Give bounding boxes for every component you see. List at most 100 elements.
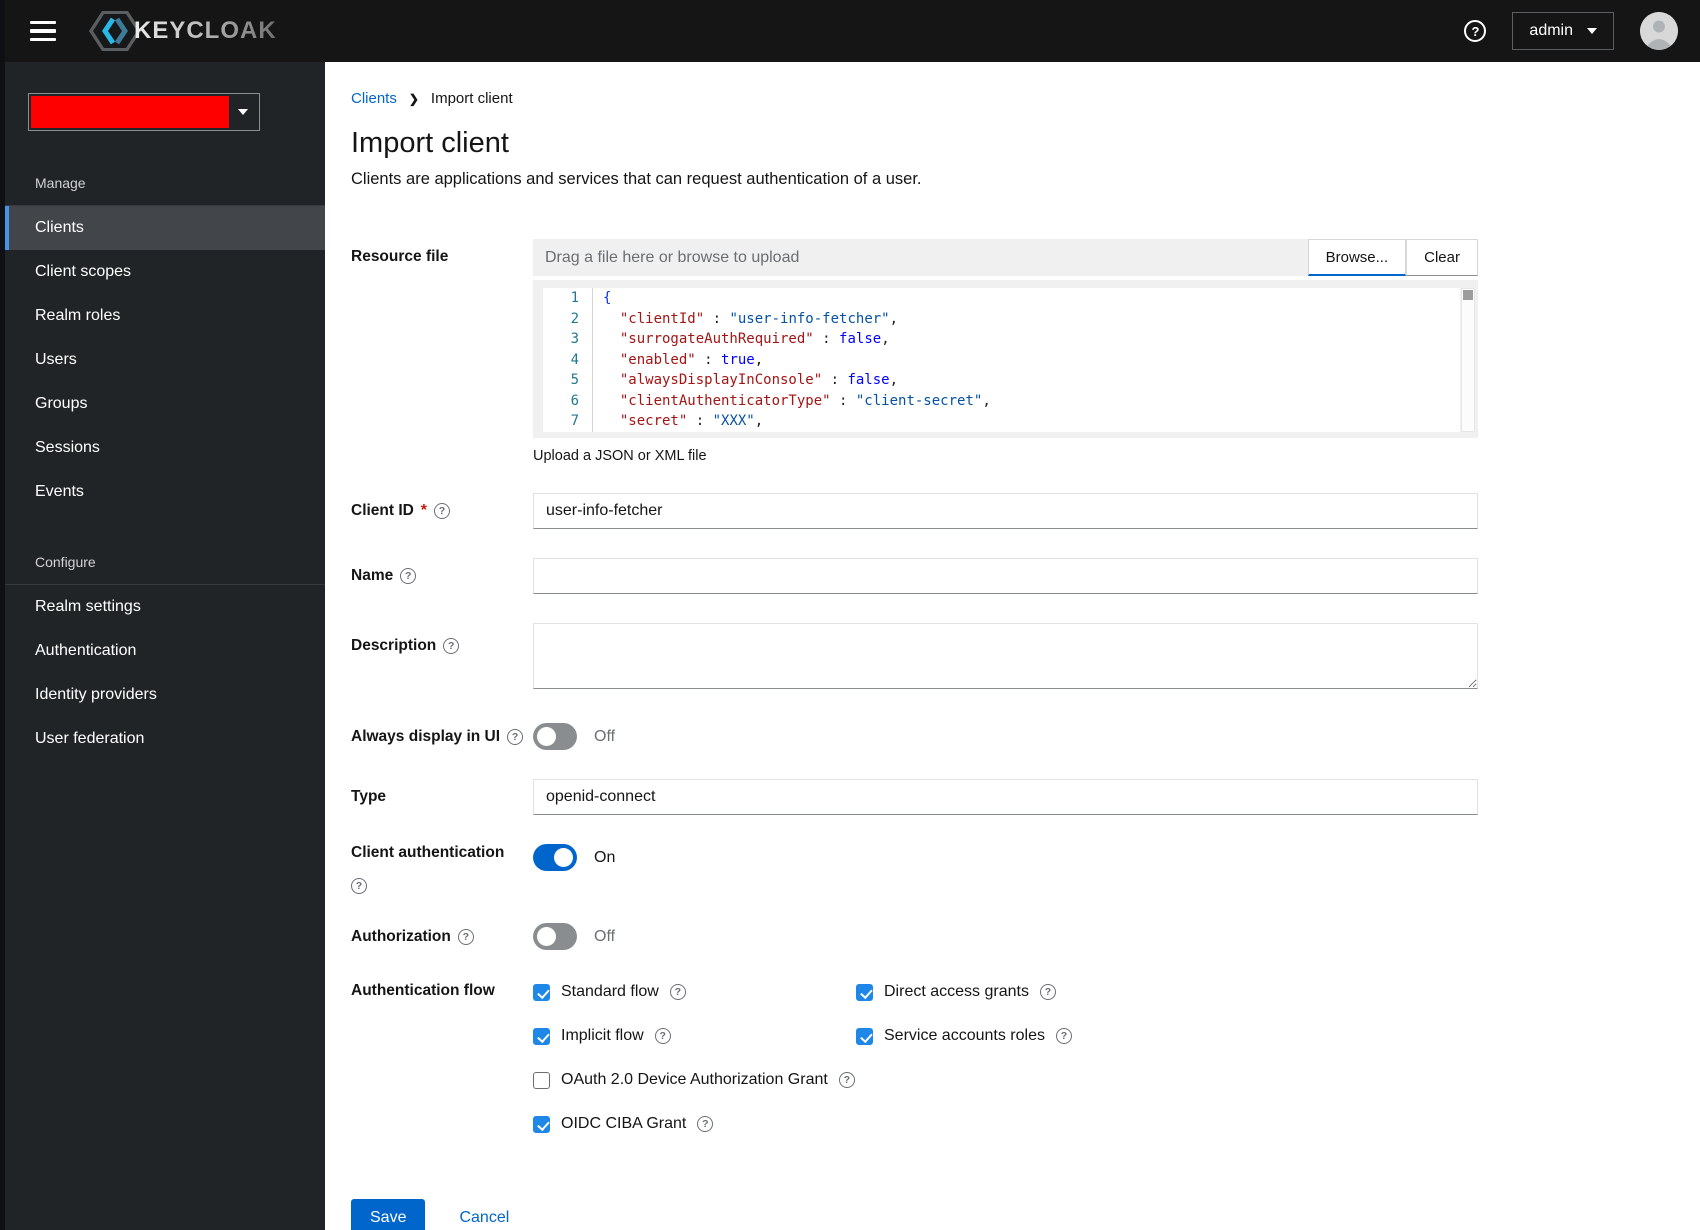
browse-button[interactable]: Browse...: [1307, 239, 1407, 276]
cancel-button[interactable]: Cancel: [459, 1209, 509, 1227]
client-authentication-row: Client authentication ? On: [351, 844, 1478, 894]
breadcrumb-clients-link[interactable]: Clients: [351, 90, 397, 107]
file-drop-zone[interactable]: Drag a file here or browse to upload: [533, 239, 1308, 276]
client-id-label: Client ID * ?: [351, 502, 533, 520]
help-icon[interactable]: ?: [351, 878, 367, 894]
avatar-person-icon: [1640, 12, 1678, 50]
realm-selector[interactable]: [28, 93, 260, 131]
checked-checkbox[interactable]: [856, 1027, 873, 1045]
sidebar-item-realm-settings[interactable]: Realm settings: [5, 585, 325, 629]
help-icon[interactable]: ?: [433, 503, 450, 519]
checkbox-label: OAuth 2.0 Device Authorization Grant: [561, 1071, 828, 1088]
hamburger-icon[interactable]: [30, 21, 56, 41]
client-authentication-toggle[interactable]: [533, 844, 577, 871]
checkbox-row-implicit-flow[interactable]: Implicit flow?: [533, 1023, 856, 1049]
help-icon[interactable]: ?: [654, 1028, 671, 1044]
name-row: Name ?: [351, 558, 1478, 594]
auth-flow-columns: Standard flow? Implicit flow? OAuth 2.0 De…: [533, 979, 1478, 1155]
keycloak-logo: KEYCLOAK: [88, 7, 277, 55]
sidebar-item-events[interactable]: Events: [5, 470, 325, 514]
help-icon[interactable]: ?: [669, 984, 686, 1000]
form-actions: Save Cancel: [351, 1199, 1478, 1230]
sidebar-item-sessions[interactable]: Sessions: [5, 426, 325, 470]
code-editor[interactable]: 1234567 { "clientId" : "user-info-fetche…: [533, 280, 1478, 438]
checkbox-row-oauth-2-0-device-authorization-grant[interactable]: OAuth 2.0 Device Authorization Grant?: [533, 1067, 856, 1093]
description-row: Description ?: [351, 623, 1478, 694]
user-avatar[interactable]: [1640, 12, 1678, 50]
page-title: Import client: [351, 127, 509, 159]
sidebar-item-users[interactable]: Users: [5, 338, 325, 382]
checkbox-row-direct-access-grants[interactable]: Direct access grants?: [856, 979, 1179, 1005]
sidebar-nav: Manage Clients Client scopes Realm roles Use…: [5, 175, 325, 761]
caret-down-icon: [1587, 28, 1597, 34]
sidebar: Manage Clients Client scopes Realm roles Use…: [0, 62, 325, 1230]
resource-file-label: Resource file: [351, 248, 449, 265]
file-drop-placeholder: Drag a file here or browse to upload: [545, 248, 800, 266]
import-client-form: Resource file Drag a file here or browse…: [351, 239, 1478, 1230]
breadcrumb: Clients ❯ Import client: [351, 90, 1478, 107]
type-row: Type: [351, 779, 1478, 815]
sidebar-item-identity-providers[interactable]: Identity providers: [5, 673, 325, 717]
clear-button[interactable]: Clear: [1406, 239, 1478, 276]
editor-gutter: 1234567: [543, 288, 593, 432]
user-menu-label: admin: [1529, 22, 1573, 39]
nav-section-title-manage: Manage: [35, 175, 86, 191]
brand-wordmark: KEYCLOAK: [134, 17, 277, 44]
user-menu[interactable]: admin: [1512, 12, 1614, 50]
main-content: Clients ❯ Import client Import client Cl…: [325, 62, 1700, 1230]
sidebar-item-client-scopes[interactable]: Client scopes: [5, 250, 325, 294]
help-icon[interactable]: ?: [457, 928, 474, 945]
client-id-input[interactable]: [533, 493, 1478, 529]
help-icon[interactable]: ?: [838, 1072, 855, 1088]
always-display-label: Always display in UI ?: [351, 728, 533, 746]
checkbox-label: Implicit flow: [561, 1027, 644, 1044]
help-icon[interactable]: ?: [400, 568, 417, 584]
toggle-state-label: Off: [594, 927, 616, 945]
editor-scrollbar-thumb[interactable]: [1463, 290, 1473, 300]
upload-helper-text: Upload a JSON or XML file: [533, 448, 707, 464]
sidebar-item-clients[interactable]: Clients: [5, 206, 325, 250]
checkbox-row-service-accounts-roles[interactable]: Service accounts roles?: [856, 1023, 1179, 1049]
window-edge: [0, 0, 5, 1230]
toggle-state-label: Off: [594, 727, 616, 745]
sidebar-item-realm-roles[interactable]: Realm roles: [5, 294, 325, 338]
checked-checkbox[interactable]: [856, 983, 873, 1001]
realm-name-redacted: [31, 96, 229, 128]
checkbox-label: OIDC CIBA Grant: [561, 1115, 687, 1132]
type-input[interactable]: [533, 779, 1478, 815]
checked-checkbox[interactable]: [533, 1027, 550, 1045]
help-icon[interactable]: ?: [507, 728, 524, 745]
sidebar-item-user-federation[interactable]: User federation: [5, 717, 325, 761]
nav-section-title-configure: Configure: [35, 554, 96, 570]
unchecked-checkbox[interactable]: [533, 1071, 550, 1089]
checkbox-label: Direct access grants: [884, 983, 1029, 1000]
masthead: KEYCLOAK ? admin: [0, 0, 1700, 62]
checkbox-row-standard-flow[interactable]: Standard flow?: [533, 979, 856, 1005]
client-authentication-label: Client authentication ?: [351, 844, 505, 894]
editor-code[interactable]: { "clientId" : "user-info-fetcher", "sur…: [593, 288, 1460, 432]
breadcrumb-separator-icon: ❯: [408, 91, 419, 106]
checked-checkbox[interactable]: [533, 1115, 550, 1133]
save-button[interactable]: Save: [351, 1199, 426, 1230]
help-icon[interactable]: ?: [697, 1116, 714, 1132]
checkbox-label: Standard flow: [561, 983, 659, 1000]
help-icon[interactable]: ?: [1055, 1028, 1072, 1044]
description-textarea[interactable]: [533, 623, 1478, 689]
help-icon[interactable]: ?: [443, 638, 460, 654]
authorization-row: Authorization ? Off: [351, 923, 1478, 950]
authentication-flow-label: Authentication flow: [351, 982, 495, 999]
breadcrumb-current: Import client: [430, 90, 513, 107]
sidebar-item-authentication[interactable]: Authentication: [5, 629, 325, 673]
sidebar-item-groups[interactable]: Groups: [5, 382, 325, 426]
authorization-toggle[interactable]: [533, 923, 577, 950]
authorization-label: Authorization ?: [351, 928, 533, 946]
help-icon[interactable]: ?: [1464, 20, 1487, 42]
checked-checkbox[interactable]: [533, 983, 550, 1001]
type-label: Type: [351, 788, 387, 805]
always-display-toggle[interactable]: [533, 723, 577, 750]
name-input[interactable]: [533, 558, 1478, 594]
checkbox-row-oidc-ciba-grant[interactable]: OIDC CIBA Grant?: [533, 1111, 856, 1137]
editor-scrollbar[interactable]: [1461, 288, 1475, 432]
name-label: Name ?: [351, 567, 533, 585]
help-icon[interactable]: ?: [1039, 984, 1056, 1000]
